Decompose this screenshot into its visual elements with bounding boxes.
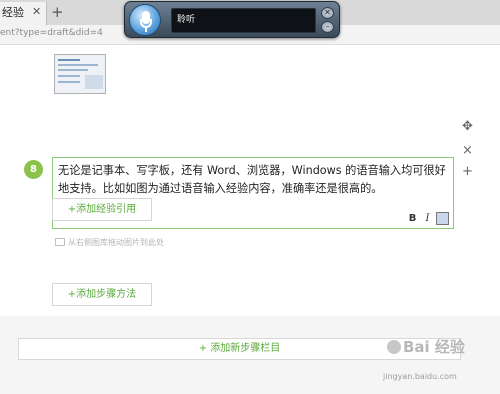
close-icon[interactable]: ✕: [32, 5, 41, 19]
italic-button[interactable]: I: [421, 212, 434, 225]
url-text: ent?type=draft&did=4: [0, 28, 103, 38]
drag-image-hint-text: 从右侧图库拖动图片到此处: [68, 238, 164, 247]
browser-tab[interactable]: 经验 ✕: [0, 2, 47, 25]
move-icon[interactable]: ✥: [462, 120, 473, 134]
step-text: 无论是记事本、写字板，还有 Word、浏览器，Windows 的语音输入均可很好…: [58, 164, 446, 195]
editor-content: 8 无论是记事本、写字板，还有 Word、浏览器，Windows 的语音输入均可…: [0, 46, 500, 316]
delete-icon[interactable]: ×: [462, 144, 473, 158]
microphone-stand: [140, 19, 152, 28]
new-tab-button[interactable]: +: [51, 2, 64, 22]
step-number-badge: 8: [24, 160, 43, 179]
speech-recognition-bar: 聆听 ✕ –: [124, 1, 340, 38]
speech-minimize-button[interactable]: –: [321, 21, 334, 33]
microphone-base: [145, 28, 147, 32]
paw-icon: [387, 340, 401, 354]
insert-image-icon[interactable]: [436, 212, 449, 225]
watermark-brand: Bai 经验: [403, 338, 465, 356]
add-reference-button[interactable]: +添加经验引用: [52, 198, 152, 221]
bold-button[interactable]: B: [406, 212, 419, 225]
bottom-area: + 添加新步骤栏目 Bai 经验 jingyan.baidu.com: [0, 316, 500, 394]
watermark-site: jingyan.baidu.com: [383, 372, 457, 381]
baidu-watermark: Bai 经验: [385, 338, 465, 356]
step-image-thumbnail[interactable]: [54, 54, 106, 94]
drag-image-hint: 从右侧图库拖动图片到此处: [55, 238, 164, 248]
speech-close-button[interactable]: ✕: [321, 7, 334, 19]
microphone-button[interactable]: [129, 4, 161, 36]
add-step-method-button[interactable]: +添加步骤方法: [52, 283, 152, 306]
image-icon: [55, 238, 65, 246]
add-icon[interactable]: +: [462, 165, 473, 179]
speech-status: 聆听: [171, 8, 316, 33]
tab-title: 经验: [2, 6, 24, 19]
